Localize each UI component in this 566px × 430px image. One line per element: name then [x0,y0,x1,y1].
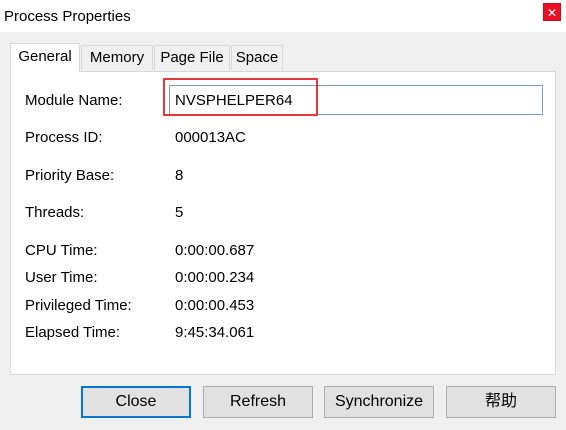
help-button[interactable]: 帮助 [446,386,556,418]
privileged-time-label: Privileged Time: [25,297,132,314]
process-id-label: Process ID: [25,129,103,146]
threads-label: Threads: [25,204,85,221]
process-properties-window: Process Properties ✕ General Memory Page… [0,0,566,430]
module-name-label: Module Name: [25,92,123,109]
process-id-value: 000013AC [175,129,246,146]
tab-space[interactable]: Space [231,45,283,70]
threads-value: 5 [175,204,184,221]
refresh-button[interactable]: Refresh [203,386,313,418]
cpu-time-label: CPU Time: [25,242,98,259]
tab-memory[interactable]: Memory [81,45,153,70]
priority-base-value: 8 [175,167,184,184]
elapsed-time-label: Elapsed Time: [25,324,121,341]
priority-base-label: Priority Base: [25,167,115,184]
window-title: Process Properties [4,8,131,25]
title-bar: Process Properties ✕ [0,0,566,32]
elapsed-time-value: 9:45:34.061 [175,324,255,341]
user-time-label: User Time: [25,269,98,286]
tab-page-file[interactable]: Page File [154,45,230,70]
user-time-value: 0:00:00.234 [175,269,255,286]
close-button[interactable]: Close [81,386,191,418]
synchronize-button[interactable]: Synchronize [324,386,434,418]
close-window-icon[interactable]: ✕ [543,3,561,21]
tab-general[interactable]: General [10,43,80,72]
module-name-field[interactable] [169,85,543,115]
cpu-time-value: 0:00:00.687 [175,242,255,259]
general-panel: Module Name: Process ID: 000013AC Priori… [10,71,556,375]
privileged-time-value: 0:00:00.453 [175,297,255,314]
